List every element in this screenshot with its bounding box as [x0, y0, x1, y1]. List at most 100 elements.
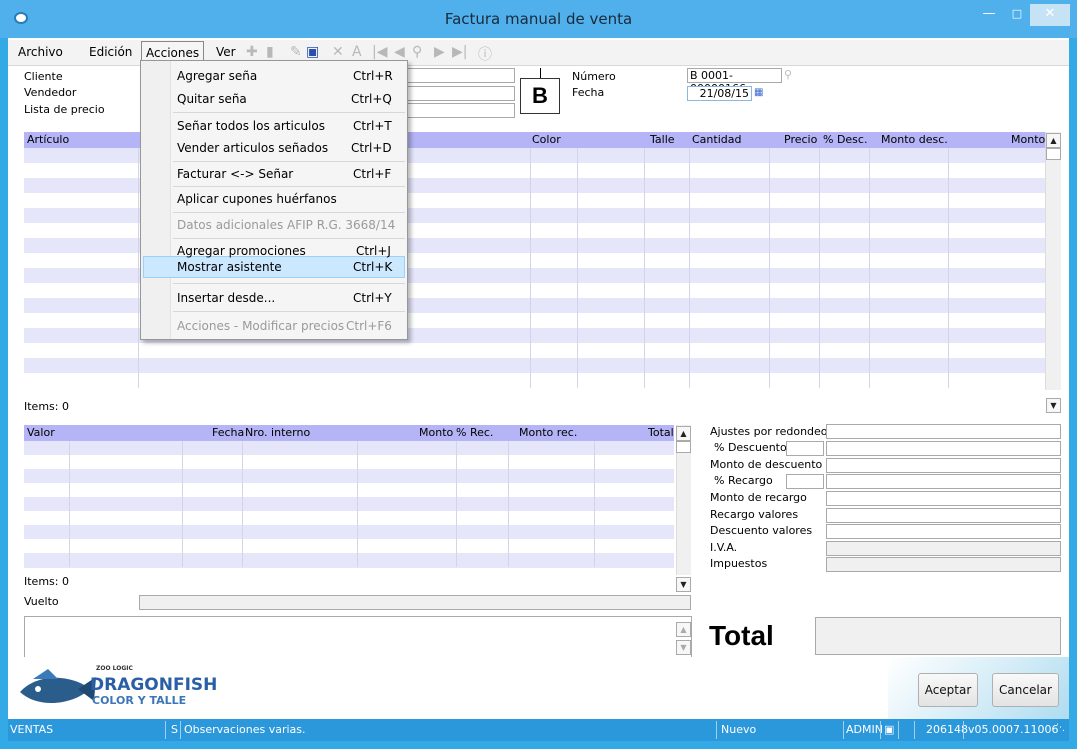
fish-logo-icon: [20, 669, 96, 704]
info-icon[interactable]: ⓘ: [478, 44, 492, 64]
menu-item-agregar-sena[interactable]: Agregar seña: [177, 69, 257, 83]
col-talle: Talle: [650, 133, 675, 146]
cliente-label: Cliente: [24, 70, 63, 83]
monto-descuento-input[interactable]: [826, 458, 1061, 473]
menu-item-quitar-sena[interactable]: Quitar seña: [177, 92, 247, 106]
menu-item-vender-senados[interactable]: Vender articulos señados: [177, 141, 328, 155]
col-monto-rec: Monto rec.: [519, 426, 578, 439]
status-user: ADMIN: [846, 723, 883, 736]
minimize-icon[interactable]: —: [976, 4, 1002, 26]
table-row[interactable]: [24, 455, 674, 470]
menu-item-senar-todos[interactable]: Señar todos los articulos: [177, 119, 325, 133]
scroll-down-icon[interactable]: ▼: [1046, 398, 1061, 413]
title-bar: Factura manual de venta — □ ✕: [0, 0, 1077, 38]
monto-recargo-input[interactable]: [826, 491, 1061, 506]
menu-item-insertar-desde[interactable]: Insertar desde...: [177, 291, 275, 305]
recargo-valores-input[interactable]: [826, 508, 1061, 523]
numero-input[interactable]: B 0001-00000166: [687, 68, 782, 95]
table-row[interactable]: [24, 343, 1045, 358]
menu-item-mostrar-asistente[interactable]: Mostrar asistente: [177, 260, 282, 274]
menu-separator: [173, 161, 405, 162]
save-icon[interactable]: ▣: [306, 44, 319, 60]
total-label: Total: [709, 620, 774, 651]
values-scroll-up-icon[interactable]: ▲: [676, 426, 691, 441]
pct-descuento-input[interactable]: [786, 441, 824, 456]
menu-item-agregar-promociones[interactable]: Agregar promociones: [177, 244, 306, 258]
table-row[interactable]: [24, 358, 1045, 373]
obs-scroll-down-icon[interactable]: ▼: [676, 640, 691, 655]
menu-item-facturar-senar[interactable]: Facturar <-> Señar: [177, 167, 293, 181]
articles-scrollbar[interactable]: [1045, 132, 1061, 390]
column-divider: [138, 148, 139, 388]
aceptar-button[interactable]: Aceptar: [918, 673, 978, 707]
menu-item-datos-afip: Datos adicionales AFIP R.G. 3668/14: [177, 218, 396, 232]
menu-key: Ctrl+J: [356, 244, 391, 258]
table-row[interactable]: [24, 525, 674, 540]
lock-icon: ▣: [884, 723, 895, 736]
divider: [880, 721, 881, 739]
pct-recargo-input[interactable]: [786, 474, 824, 489]
edit-icon[interactable]: ✎: [290, 44, 302, 60]
menu-item-aplicar-cupones[interactable]: Aplicar cupones huérfanos: [177, 192, 337, 206]
obs-scroll-up-icon[interactable]: ▲: [676, 622, 691, 637]
vuelto-input[interactable]: [139, 595, 691, 610]
observaciones-textarea[interactable]: [24, 616, 692, 660]
cancelar-button[interactable]: Cancelar: [992, 673, 1059, 707]
col-monto: Monto: [419, 426, 454, 439]
cliente-input[interactable]: [405, 68, 515, 83]
menu-separator: [173, 238, 405, 239]
column-divider: [577, 148, 578, 388]
menu-archivo[interactable]: Archivo: [18, 45, 63, 59]
menu-ver[interactable]: Ver: [216, 45, 236, 59]
table-row[interactable]: [24, 469, 674, 484]
table-row[interactable]: [24, 511, 674, 526]
close-icon[interactable]: ✕: [1030, 4, 1070, 26]
table-row[interactable]: [24, 497, 674, 512]
ajustes-input[interactable]: [826, 424, 1061, 439]
cancel-icon[interactable]: ✕: [332, 44, 344, 60]
calendar-icon[interactable]: ▦: [754, 87, 763, 98]
lista-precio-input[interactable]: [405, 103, 515, 118]
menu-separator: [173, 186, 405, 187]
window-title: Factura manual de venta: [444, 10, 633, 28]
next-icon[interactable]: ▶: [434, 44, 445, 60]
pct-descuento-label: % Descuento: [714, 441, 787, 454]
menu-key: Ctrl+D: [351, 141, 392, 155]
col-rec: % Rec.: [456, 426, 494, 439]
menu-edicion[interactable]: Edición: [89, 45, 132, 59]
status-estado: Nuevo: [721, 723, 757, 736]
maximize-icon[interactable]: □: [1004, 4, 1030, 26]
menu-key: Ctrl+F: [353, 167, 392, 181]
menu-key: Ctrl+F6: [346, 319, 392, 333]
add-icon[interactable]: ✚: [246, 44, 258, 60]
table-row[interactable]: [24, 441, 674, 456]
descuento-valores-input[interactable]: [826, 524, 1061, 539]
scroll-thumb[interactable]: [1046, 148, 1061, 160]
last-icon[interactable]: ▶|: [452, 44, 467, 60]
resize-grip-icon[interactable]: ⋱: [1056, 723, 1065, 733]
status-s: S: [171, 723, 178, 736]
delete-icon[interactable]: ▮: [266, 44, 274, 60]
values-grid[interactable]: [24, 441, 674, 569]
scroll-up-icon[interactable]: ▲: [1046, 133, 1061, 148]
prev-icon[interactable]: ◀: [394, 44, 405, 60]
fecha-input[interactable]: 21/08/15: [687, 86, 752, 101]
iva-label: I.V.A.: [710, 541, 738, 554]
values-scroll-thumb[interactable]: [676, 441, 691, 453]
values-scroll-down-icon[interactable]: ▼: [676, 577, 691, 592]
table-row[interactable]: [24, 553, 674, 568]
divider: [963, 721, 964, 739]
menu-item-modificar-precios: Acciones - Modificar precios: [177, 319, 345, 333]
table-row[interactable]: [24, 539, 674, 554]
first-icon[interactable]: |◀: [372, 44, 387, 60]
lookup-icon[interactable]: ⚲: [784, 68, 792, 81]
column-divider: [242, 441, 243, 567]
table-row[interactable]: [24, 373, 1045, 388]
search-icon[interactable]: ⚲: [412, 44, 422, 60]
column-divider: [644, 148, 645, 388]
col-articulo: Artículo: [27, 133, 70, 146]
table-row[interactable]: [24, 483, 674, 498]
text-icon[interactable]: A: [352, 44, 362, 60]
vendedor-input[interactable]: [405, 86, 515, 101]
col-valor: Valor: [27, 426, 55, 439]
